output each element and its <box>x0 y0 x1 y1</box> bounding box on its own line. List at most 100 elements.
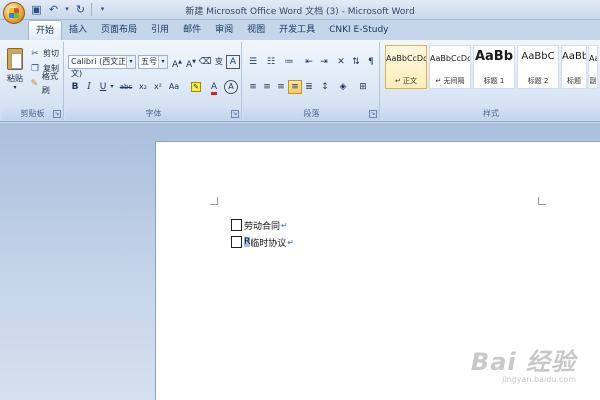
enclose-char-icon[interactable]: A <box>224 80 238 94</box>
style-preview: AaBbCcDd <box>430 54 470 63</box>
font-size-dropdown-icon: ▾ <box>158 56 167 68</box>
font-launcher-icon[interactable]: ↘ <box>231 110 239 118</box>
office-logo-icon <box>9 8 19 18</box>
justify-icon[interactable]: ≡ <box>288 80 302 94</box>
tab-review[interactable]: 审阅 <box>208 20 240 40</box>
chinese-layout-icon[interactable]: ✕ <box>334 55 348 69</box>
clear-format-icon[interactable]: ⌫ <box>198 55 212 69</box>
tab-page-layout[interactable]: 页面布局 <box>94 20 144 40</box>
font-color-icon: A <box>210 82 218 95</box>
checkbox-symbol[interactable] <box>231 236 242 248</box>
office-button[interactable] <box>3 2 25 24</box>
clipboard-icon <box>7 48 23 70</box>
superscript-button[interactable]: x² <box>151 80 165 94</box>
grow-font-icon[interactable]: A▲ <box>170 55 184 70</box>
style-no-spacing[interactable]: AaBbCcDd ↵ 无间隔 <box>429 45 471 89</box>
tab-references[interactable]: 引用 <box>144 20 176 40</box>
style-preview: Aa <box>589 54 597 63</box>
increase-indent-icon[interactable]: ⇥ <box>317 55 331 69</box>
tab-developer[interactable]: 开发工具 <box>272 20 322 40</box>
sort-icon[interactable]: ⇅ <box>349 55 363 69</box>
styles-group-label: 样式 <box>382 108 600 120</box>
italic-button[interactable]: I <box>82 80 96 94</box>
font-size-value: 五号 <box>141 57 157 66</box>
paste-button[interactable]: 粘贴 ▾ <box>5 46 25 100</box>
align-left-icon[interactable]: ≡ <box>246 80 260 94</box>
ribbon: 粘贴 ▾ ✂ 剪切 ❐ 复制 ✎ 格式刷 剪贴板 ↘ Calibri (西文正文… <box>0 40 600 122</box>
document-line[interactable]: 劳动合同 ↵ <box>231 218 288 232</box>
char-border-icon[interactable]: A <box>226 55 240 69</box>
tab-view[interactable]: 视图 <box>240 20 272 40</box>
decrease-indent-icon[interactable]: ⇤ <box>302 55 316 69</box>
style-name: 标题 <box>567 77 581 85</box>
style-heading-2[interactable]: AaBbC 标题 2 <box>517 45 559 89</box>
change-case-button[interactable]: Aa <box>166 80 182 94</box>
line-text: 劳动合同 <box>244 221 281 232</box>
clipboard-launcher-icon[interactable]: ↘ <box>53 110 61 118</box>
clipboard-group: 粘贴 ▾ ✂ 剪切 ❐ 复制 ✎ 格式刷 剪贴板 ↘ <box>2 42 64 120</box>
style-preview: AaBb <box>474 49 514 64</box>
style-normal[interactable]: AaBbCcDd ↵ 正文 <box>385 45 427 89</box>
font-name-value: Calibri (西文正文) <box>71 57 127 78</box>
format-painter-label: 格式刷 <box>41 72 58 95</box>
style-name: ↵ 无间隔 <box>435 77 465 85</box>
checkbox-symbol[interactable] <box>231 219 242 231</box>
cut-button[interactable]: ✂ 剪切 <box>30 47 59 61</box>
align-right-icon[interactable]: ≡ <box>274 80 288 94</box>
bold-button[interactable]: B <box>68 80 82 94</box>
paragraph-mark: ↵ <box>287 237 294 247</box>
show-marks-icon[interactable]: ¶ <box>364 55 378 69</box>
bullets-icon[interactable]: ☰ <box>246 55 260 69</box>
scissors-icon: ✂ <box>31 49 39 59</box>
font-color-button[interactable]: A <box>206 80 222 95</box>
title-bar: ▣ ↶ ▾ ↻ ▾ 新建 Microsoft Office Word 文档 (3… <box>0 0 600 20</box>
paragraph-launcher-icon[interactable]: ↘ <box>369 110 377 118</box>
paragraph-mark: ↵ <box>281 220 288 230</box>
ribbon-tabs: 开始 插入 页面布局 引用 邮件 审阅 视图 开发工具 CNKI E-Study <box>28 20 395 41</box>
highlight-color-button[interactable]: ✎ <box>186 80 206 94</box>
style-heading-1[interactable]: AaBb 标题 1 <box>473 45 515 89</box>
subscript-button[interactable]: x₂ <box>136 80 150 94</box>
font-size-select[interactable]: 五号 ▾ <box>138 55 168 69</box>
underline-dropdown-icon[interactable]: ▾ <box>108 80 116 94</box>
cut-label: 剪切 <box>43 49 59 58</box>
margin-corner-mark <box>538 197 546 205</box>
tab-home[interactable]: 开始 <box>28 20 63 41</box>
style-name: 副 <box>589 77 597 85</box>
document-line[interactable]: R 临时协议 ↵ <box>231 235 294 249</box>
style-preview: AaBbC <box>521 51 555 62</box>
styles-group: AaBbCcDd ↵ 正文 AaBbCcDd ↵ 无间隔 AaBb 标题 1 A… <box>382 42 600 120</box>
font-name-select[interactable]: Calibri (西文正文) ▾ <box>68 55 136 78</box>
paragraph-group: ☰ ☷ ≔ ⇤ ⇥ ✕ ⇅ ¶ ≡ ≡ ≡ ≡ ≣ ↕ ◈ ⊞ 段落 ↘ <box>244 42 380 120</box>
font-group-label: 字体 <box>66 108 241 120</box>
tab-mailings[interactable]: 邮件 <box>176 20 208 40</box>
tab-cnki-estudy[interactable]: CNKI E-Study <box>322 20 395 40</box>
line-spacing-icon[interactable]: ↕ <box>318 80 332 94</box>
shading-icon[interactable]: ◈ <box>336 80 350 94</box>
watermark-brand: Bai 经验 <box>470 348 576 376</box>
align-center-icon[interactable]: ≡ <box>260 80 274 94</box>
paste-dropdown-icon: ▾ <box>13 84 17 91</box>
style-preview: AaBbCcDd <box>386 54 426 63</box>
tab-insert[interactable]: 插入 <box>62 20 94 40</box>
style-name: ↵ 正文 <box>394 77 418 85</box>
borders-icon[interactable]: ⊞ <box>356 80 370 94</box>
style-subtitle[interactable]: Aa 副 <box>588 45 598 89</box>
watermark: Bai 经验 jingyan.baidu.com <box>471 342 576 384</box>
highlighter-icon: ✎ <box>191 82 201 92</box>
shrink-font-icon[interactable]: A▼ <box>184 55 198 70</box>
paragraph-group-label: 段落 <box>244 108 379 120</box>
style-name: 标题 2 <box>527 77 549 85</box>
format-painter-button[interactable]: ✎ 格式刷 <box>30 72 63 95</box>
strikethrough-button[interactable]: abc <box>118 80 134 94</box>
line-text: 临时协议 <box>250 238 287 249</box>
style-title[interactable]: AaBbC 标题 <box>561 45 587 89</box>
distribute-icon[interactable]: ≣ <box>302 80 316 94</box>
numbering-icon[interactable]: ☷ <box>264 55 278 69</box>
font-name-dropdown-icon: ▾ <box>126 56 135 68</box>
format-painter-icon: ✎ <box>30 79 39 89</box>
paste-label: 粘贴 <box>7 74 23 83</box>
phonetic-guide-icon[interactable]: 变 <box>212 55 226 69</box>
document-workspace[interactable]: 劳动合同 ↵ R 临时协议 ↵ Bai 经验 jingyan.baidu.com <box>0 123 600 400</box>
multilevel-list-icon[interactable]: ≔ <box>282 55 296 69</box>
